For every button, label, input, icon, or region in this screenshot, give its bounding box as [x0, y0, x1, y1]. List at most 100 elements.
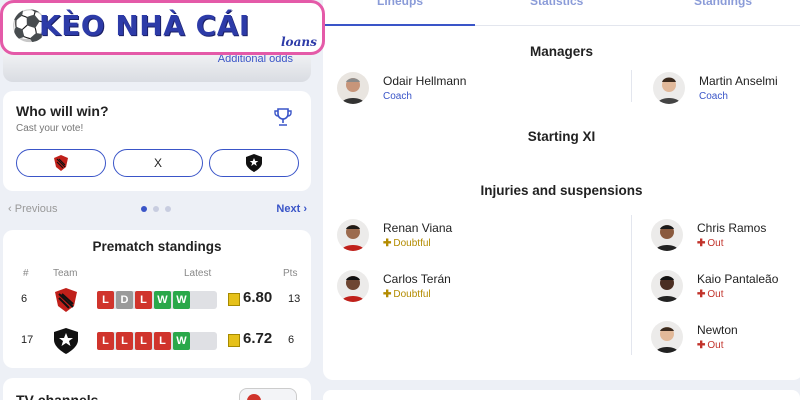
injured-player[interactable]: Carlos Terán ✚ Doubtful — [337, 270, 537, 310]
player-avatar — [651, 219, 683, 251]
tab-statistics[interactable]: Statistics — [530, 0, 583, 8]
injuries-title: Injuries and suspensions — [480, 183, 643, 198]
vote-draw-button[interactable]: X — [113, 149, 203, 177]
player-status: ✚ Doubtful — [383, 238, 431, 249]
form-chip: W — [173, 291, 190, 309]
next-label: Next — [276, 203, 301, 215]
next-link[interactable]: Next › — [276, 203, 307, 215]
out-icon: ✚ — [697, 238, 706, 249]
points-value: 13 — [288, 293, 301, 305]
col-team-header: Team — [53, 268, 78, 279]
rating-box-icon — [228, 334, 240, 347]
tab-lineups[interactable]: Lineups — [377, 0, 423, 8]
flag-icon — [247, 394, 261, 400]
tab-standings[interactable]: Standings — [694, 0, 752, 8]
player-status: ✚ Out — [697, 238, 724, 249]
injured-player[interactable]: Kaio Pantaleão ✚ Out — [651, 270, 796, 310]
injured-player[interactable]: Newton ✚ Out — [651, 321, 796, 361]
player-avatar — [337, 219, 369, 251]
recent-form: L L L L W — [97, 332, 217, 350]
player-name: Kaio Pantaleão — [697, 272, 779, 286]
active-tab-indicator — [323, 24, 475, 26]
divider — [631, 70, 632, 102]
standings-row[interactable]: 6 L D L W W 6.80 13 — [3, 285, 311, 315]
points-value: 6 — [288, 334, 295, 346]
manager-role: Coach — [699, 91, 728, 102]
manager-avatar — [653, 72, 685, 104]
athletico-crest-icon — [54, 155, 68, 171]
form-chip: L — [135, 291, 152, 309]
doubtful-icon: ✚ — [383, 289, 392, 300]
carousel-dots — [141, 206, 171, 212]
player-status: ✚ Out — [697, 289, 724, 300]
carousel-dot[interactable] — [165, 206, 171, 212]
form-chip: L — [97, 332, 114, 350]
manager-avatar — [337, 72, 369, 104]
next-card-edge — [323, 390, 800, 400]
standings-title: Prematch standings — [92, 239, 222, 254]
form-chip: L — [135, 332, 152, 350]
rating-value: 6.80 — [243, 289, 273, 306]
manager-home[interactable]: Odair Hellmann Coach — [337, 72, 537, 112]
match-tabs: Lineups Statistics Standings — [323, 0, 800, 26]
recent-form: L D L W W — [97, 291, 217, 309]
site-logo[interactable]: ⚽ KÈO NHÀ CÁI loans — [0, 0, 325, 55]
starting-xi-title: Starting XI — [527, 129, 596, 144]
standings-row[interactable]: 17 L L L L W 6.72 6 — [3, 326, 311, 356]
vote-question: Who will win? — [16, 103, 109, 119]
form-chip: W — [173, 332, 190, 350]
col-pts-header: Pts — [283, 268, 298, 279]
form-chip: W — [154, 291, 171, 309]
player-status: ✚ Out — [697, 340, 724, 351]
vote-away-button[interactable] — [209, 149, 299, 177]
player-name: Carlos Terán — [383, 272, 451, 286]
previous-link[interactable]: ‹ Previous — [8, 203, 58, 215]
carousel-pager: ‹ Previous Next › — [3, 200, 311, 218]
player-avatar — [337, 270, 369, 302]
carousel-dot[interactable] — [153, 206, 159, 212]
logo-title: KÈO NHÀ CÁI — [39, 9, 250, 42]
botafogo-crest-icon — [246, 154, 262, 172]
player-avatar — [651, 321, 683, 353]
player-name: Newton — [697, 323, 738, 337]
athletico-crest-icon — [55, 288, 77, 312]
status-label: Out — [707, 289, 724, 300]
logo-subtitle: loans — [281, 35, 317, 49]
vote-subtitle: Cast your vote! — [16, 123, 84, 134]
col-latest-header: Latest — [184, 268, 212, 279]
tv-channels-title: TV channels — [16, 392, 99, 400]
status-label: Out — [707, 238, 724, 249]
player-name: Renan Viana — [383, 221, 453, 235]
col-rank-header: # — [23, 268, 29, 279]
player-avatar — [651, 270, 683, 302]
tv-channels-card: TV channels — [3, 378, 311, 400]
vote-home-button[interactable] — [16, 149, 106, 177]
doubtful-icon: ✚ — [383, 238, 392, 249]
form-chip: L — [154, 332, 171, 350]
manager-role: Coach — [383, 91, 412, 102]
prematch-standings-card: Prematch standings # Team Latest Pts 6 L… — [3, 230, 311, 368]
rank-value: 6 — [21, 293, 28, 305]
status-label: Out — [707, 340, 724, 351]
out-icon: ✚ — [697, 289, 706, 300]
manager-name: Martin Anselmi — [699, 74, 778, 88]
player-name: Chris Ramos — [697, 221, 767, 235]
manager-name: Odair Hellmann — [383, 74, 467, 88]
country-toggle[interactable] — [239, 388, 297, 400]
status-label: Doubtful — [393, 238, 431, 249]
manager-away[interactable]: Martin Anselmi Coach — [653, 72, 793, 112]
injured-player[interactable]: Renan Viana ✚ Doubtful — [337, 219, 537, 259]
divider — [631, 215, 632, 355]
trophy-icon — [274, 108, 292, 126]
injured-player[interactable]: Chris Ramos ✚ Out — [651, 219, 796, 259]
rating-value: 6.72 — [243, 330, 273, 347]
vote-card: Who will win? Cast your vote! X — [3, 91, 311, 191]
status-label: Doubtful — [393, 289, 431, 300]
out-icon: ✚ — [697, 340, 706, 351]
form-chip: D — [116, 291, 133, 309]
carousel-dot[interactable] — [141, 206, 147, 212]
botafogo-crest-icon — [54, 328, 78, 354]
previous-label: Previous — [14, 203, 58, 215]
player-status: ✚ Doubtful — [383, 289, 431, 300]
managers-title: Managers — [529, 44, 594, 59]
